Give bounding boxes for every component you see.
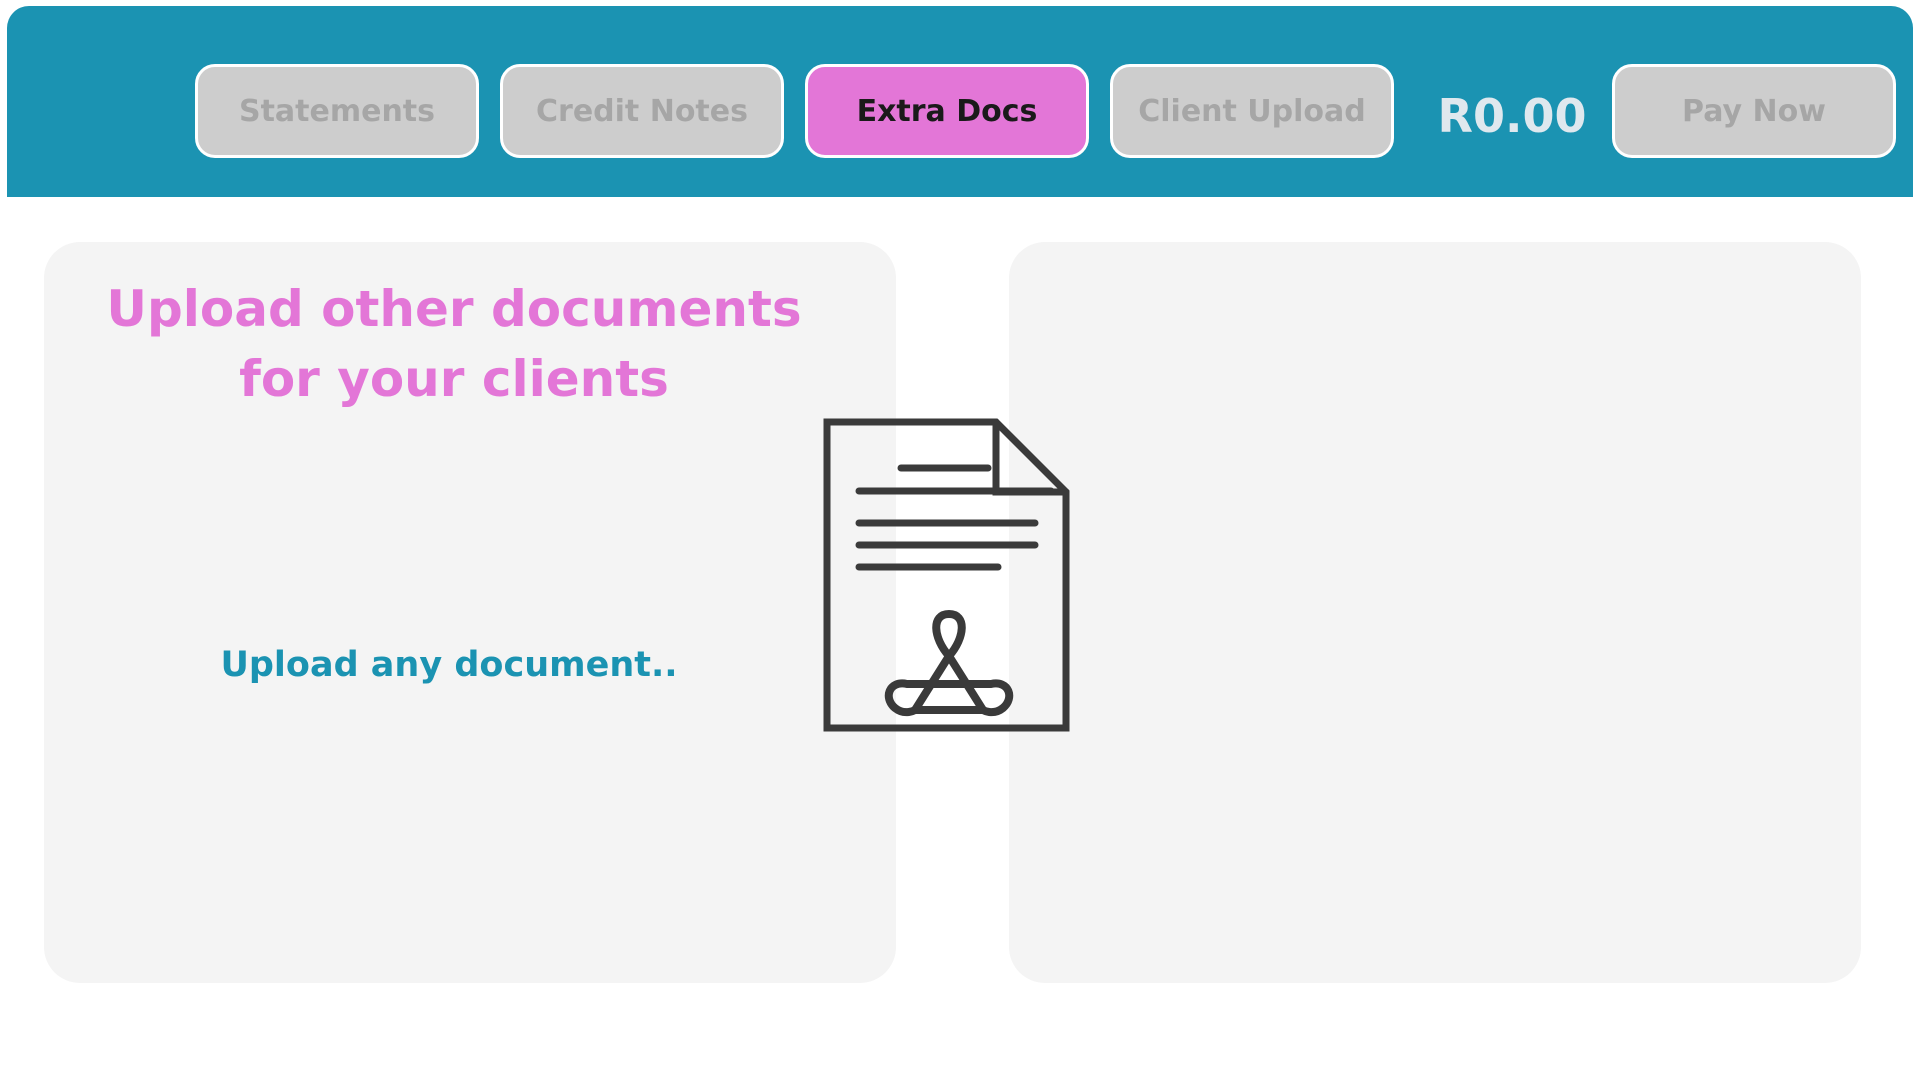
tab-extra-docs[interactable]: Extra Docs	[805, 64, 1089, 158]
tab-statements[interactable]: Statements	[195, 64, 479, 158]
headline-line-2: for your clients	[239, 350, 669, 408]
top-navigation-bar: Statements Credit Notes Extra Docs Clien…	[7, 6, 1913, 197]
upload-any-document-link[interactable]: Upload any document..	[44, 645, 854, 685]
pay-now-button[interactable]: Pay Now	[1612, 64, 1896, 158]
balance-amount: R0.00	[1437, 89, 1587, 143]
page-title: Upload other documents for your clients	[44, 274, 864, 414]
tab-credit-notes[interactable]: Credit Notes	[500, 64, 784, 158]
pdf-document-icon	[823, 418, 1070, 732]
preview-panel	[1009, 242, 1861, 983]
headline-line-1: Upload other documents	[106, 280, 802, 338]
upload-panel: Upload other documents for your clients …	[44, 242, 896, 983]
tab-client-upload[interactable]: Client Upload	[1110, 64, 1394, 158]
